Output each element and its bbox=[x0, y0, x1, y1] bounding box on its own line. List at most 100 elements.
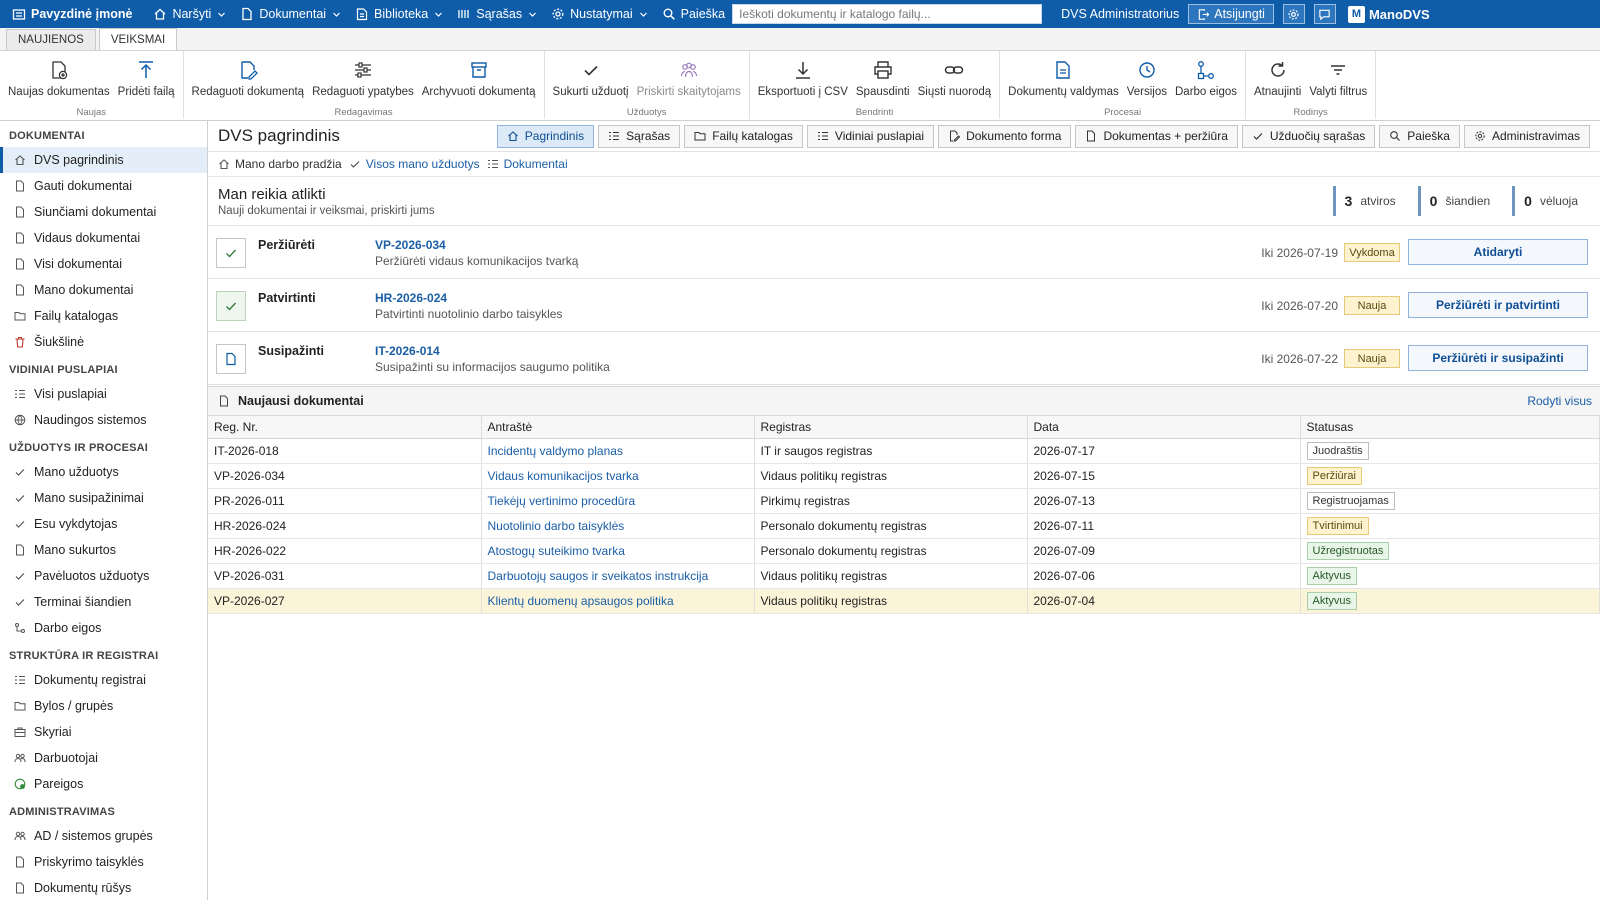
brand-name: ManoDVS bbox=[1368, 6, 1430, 22]
table-row[interactable]: HR-2026-022 Atostogų suteikimo tvarka Pe… bbox=[208, 538, 1600, 564]
building-icon bbox=[12, 9, 26, 20]
view-tab-document-preview[interactable]: Dokumentas + peržiūra bbox=[1075, 124, 1238, 148]
sidebar-item-my-documents[interactable]: Mano dokumentai bbox=[0, 277, 207, 303]
sidebar-section-title: UŽDUOTYS IR PROCESAI bbox=[9, 442, 149, 454]
settings-button[interactable] bbox=[1282, 4, 1305, 24]
menu-list[interactable]: Sąrašas bbox=[450, 0, 544, 28]
view-tab-home[interactable]: Pagrindinis bbox=[496, 124, 595, 148]
sidebar-item-document-registers[interactable]: Dokumentų registrai bbox=[0, 667, 207, 693]
cell-date: 2026-07-04 bbox=[1027, 588, 1301, 614]
task-open-button[interactable]: Atidaryti bbox=[1408, 239, 1588, 265]
sidebar-item-label: Pavėluotos užduotys bbox=[34, 569, 150, 583]
cell-title-link[interactable]: Vidaus komunikacijos tvarka bbox=[481, 463, 755, 489]
breadcrumb-documents[interactable]: Dokumentai bbox=[487, 157, 568, 171]
cell-date: 2026-07-06 bbox=[1027, 563, 1301, 589]
task-status-badge: Nauja bbox=[1344, 349, 1400, 368]
sidebar-item-label: Skyriai bbox=[34, 725, 72, 739]
table-row[interactable]: IT-2026-018 Incidentų valdymo planas IT … bbox=[208, 438, 1600, 464]
table-row[interactable]: HR-2026-024 Nuotolinio darbo taisyklės P… bbox=[208, 513, 1600, 539]
globe-icon bbox=[14, 414, 26, 426]
menu-documents[interactable]: Dokumentai bbox=[233, 0, 348, 28]
cell-date: 2026-07-11 bbox=[1027, 513, 1301, 539]
table-row[interactable]: VP-2026-034 Vidaus komunikacijos tvarka … bbox=[208, 463, 1600, 489]
edit-document-icon bbox=[950, 130, 961, 142]
view-tab-document-form[interactable]: Dokumento forma bbox=[938, 124, 1072, 148]
table-row-selected[interactable]: VP-2026-027 Klientų duomenų apsaugos pol… bbox=[208, 588, 1600, 614]
sidebar-item-i-am-executor[interactable]: Esu vykdytojas bbox=[0, 511, 207, 537]
cell-title-link[interactable]: Darbuotojų saugos ir sveikatos instrukci… bbox=[481, 563, 755, 589]
sidebar-item-overdue-tasks[interactable]: Pavėluotos užduotys bbox=[0, 563, 207, 589]
home-icon bbox=[219, 159, 229, 170]
breadcrumb-home[interactable]: Mano darbo pradžia bbox=[218, 157, 342, 171]
column-header-registry[interactable]: Registras bbox=[754, 416, 1028, 439]
sidebar-item-departments[interactable]: Skyriai bbox=[0, 719, 207, 745]
column-header-status[interactable]: Statusas bbox=[1300, 416, 1600, 439]
cell-title-link[interactable]: Nuotolinio darbo taisyklės bbox=[481, 513, 755, 539]
sidebar-item-my-tasks[interactable]: Mano užduotys bbox=[0, 459, 207, 485]
tab-news[interactable]: NAUJIENOS bbox=[6, 29, 96, 50]
global-search-input[interactable] bbox=[732, 4, 1043, 24]
sidebar-item-label: Darbo eigos bbox=[34, 621, 102, 635]
sidebar-item-label: Priskyrimo taisyklės bbox=[34, 855, 144, 869]
sidebar-item-assignment-rules[interactable]: Priskyrimo taisyklės bbox=[0, 849, 207, 875]
sidebar-item-all-pages[interactable]: Visi puslapiai bbox=[0, 381, 207, 407]
sidebar-item-created-by-me[interactable]: Mano sukurtos bbox=[0, 537, 207, 563]
menu-settings[interactable]: Nustatymai bbox=[544, 0, 655, 28]
sidebar-item-file-catalog[interactable]: Failų katalogas bbox=[0, 303, 207, 329]
task-document-link[interactable]: IT-2026-014 bbox=[375, 344, 440, 358]
sidebar-item-received[interactable]: Gauti dokumentai bbox=[0, 173, 207, 199]
tab-actions[interactable]: VEIKSMAI bbox=[98, 28, 178, 50]
view-tab-administration[interactable]: Administravimas bbox=[1463, 124, 1590, 148]
logout-button[interactable]: Atsijungti bbox=[1188, 4, 1274, 24]
cell-registry: IT ir saugos registras bbox=[754, 438, 1028, 464]
cell-title-link[interactable]: Klientų duomenų apsaugos politika bbox=[481, 588, 755, 614]
sidebar-item-sent[interactable]: Siunčiami dokumentai bbox=[0, 199, 207, 225]
task-review-acknowledge-button[interactable]: Peržiūrėti ir susipažinti bbox=[1408, 345, 1588, 371]
brand-logo[interactable]: M ManoDVS bbox=[1347, 5, 1430, 23]
view-tab-search[interactable]: Paieška bbox=[1379, 124, 1460, 148]
counter-today[interactable]: 0 šiandien bbox=[1417, 186, 1490, 216]
sidebar-item-label: Mano susipažinimai bbox=[34, 491, 144, 505]
column-header-date[interactable]: Data bbox=[1027, 416, 1301, 439]
sidebar-item-trash[interactable]: Šiukšlinė bbox=[0, 329, 207, 355]
column-header-reg-no[interactable]: Reg. Nr. bbox=[208, 416, 482, 439]
menu-browse[interactable]: Naršyti bbox=[146, 0, 233, 28]
view-tab-list[interactable]: Sąrašas bbox=[598, 124, 681, 148]
table-row[interactable]: PR-2026-011 Tiekėjų vertinimo procedūra … bbox=[208, 488, 1600, 514]
sidebar-item-my-acknowledgements[interactable]: Mano susipažinimai bbox=[0, 485, 207, 511]
sidebar-item-all-documents[interactable]: Visi dokumentai bbox=[0, 251, 207, 277]
counter-label: vėluoja bbox=[1539, 194, 1578, 208]
view-tab-file-catalog[interactable]: Failų katalogas bbox=[684, 124, 803, 148]
menu-settings-label: Nustatymai bbox=[570, 7, 633, 21]
cell-title-link[interactable]: Incidentų valdymo planas bbox=[481, 438, 755, 464]
sidebar-item-useful-systems[interactable]: Naudingos sistemos bbox=[0, 407, 207, 433]
cell-title-link[interactable]: Tiekėjų vertinimo procedūra bbox=[481, 488, 755, 514]
task-document-link[interactable]: VP-2026-034 bbox=[375, 238, 446, 252]
sidebar-item-employees[interactable]: Darbuotojai bbox=[0, 745, 207, 771]
counter-open[interactable]: 3 atviros bbox=[1332, 186, 1396, 216]
sidebar-item-positions[interactable]: Pareigos bbox=[0, 771, 207, 797]
sidebar-item-ad-groups[interactable]: AD / sistemos grupės bbox=[0, 823, 207, 849]
menu-library[interactable]: Biblioteka bbox=[348, 0, 450, 28]
sidebar-item-due-today[interactable]: Terminai šiandien bbox=[0, 589, 207, 615]
view-tab-internal-pages[interactable]: Vidiniai puslapiai bbox=[806, 124, 935, 148]
sidebar-item-workflows[interactable]: Darbo eigos bbox=[0, 615, 207, 641]
breadcrumb-all-tasks[interactable]: Visos mano užduotys bbox=[349, 157, 480, 171]
sidebar-item-dvs-home[interactable]: DVS pagrindinis bbox=[0, 147, 207, 173]
table-row[interactable]: VP-2026-031 Darbuotojų saugos ir sveikat… bbox=[208, 563, 1600, 589]
cell-title-link[interactable]: Atostogų suteikimo tvarka bbox=[481, 538, 755, 564]
sidebar-item-document-types[interactable]: Dokumentų rūšys bbox=[0, 875, 207, 901]
task-review-approve-button[interactable]: Peržiūrėti ir patvirtinti bbox=[1408, 292, 1588, 318]
document-icon bbox=[16, 544, 24, 556]
logout-label: Atsijungti bbox=[1214, 7, 1265, 21]
counter-overdue[interactable]: 0 vėluoja bbox=[1512, 186, 1578, 216]
company-menu[interactable]: Pavyzdinė įmonė bbox=[0, 0, 146, 28]
sidebar-item-files-groups[interactable]: Bylos / grupės bbox=[0, 693, 207, 719]
sidebar-item-internal[interactable]: Vidaus dokumentai bbox=[0, 225, 207, 251]
messages-button[interactable] bbox=[1313, 4, 1336, 24]
column-header-title[interactable]: Antraštė bbox=[481, 416, 755, 439]
task-document-link[interactable]: HR-2026-024 bbox=[375, 291, 447, 305]
view-tab-task-list[interactable]: Užduočių sąrašas bbox=[1241, 124, 1376, 148]
task-counters: 3 atviros 0 šiandien 0 vėluoja bbox=[1332, 186, 1578, 216]
show-all-link[interactable]: Rodyti visus bbox=[1527, 394, 1600, 408]
